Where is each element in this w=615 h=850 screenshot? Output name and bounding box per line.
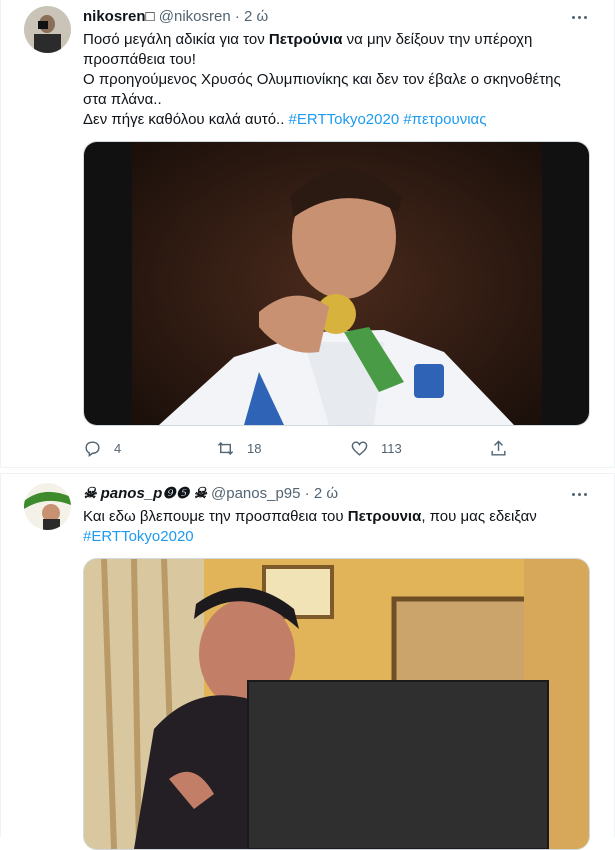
timestamp[interactable]: 2 ώ <box>244 8 268 25</box>
reply-count: 4 <box>114 440 122 456</box>
hashtag-erttokyo2020[interactable]: #ERTTokyo2020 <box>289 111 400 128</box>
hashtag-erttokyo2020[interactable]: #ERTTokyo2020 <box>83 528 194 545</box>
retweet-count: 18 <box>247 440 262 456</box>
reply-button[interactable]: 4 <box>83 438 121 458</box>
timestamp[interactable]: 2 ώ <box>314 485 338 502</box>
share-icon <box>491 439 506 456</box>
tweet-separator <box>0 467 615 468</box>
like-button[interactable]: 113 <box>350 438 402 458</box>
hashtag-petrounias[interactable]: #πετρουνιας <box>403 111 486 128</box>
tweet-2-image[interactable] <box>83 558 590 850</box>
tweet-1-header: nikosren□ @nikosren · 2 ώ <box>83 7 268 27</box>
dot-separator: · <box>304 485 310 502</box>
more-icon[interactable] <box>569 7 589 27</box>
avatar-panos[interactable] <box>24 483 71 530</box>
display-name[interactable]: ☠ panos_p❾❺ ☠ <box>83 485 211 502</box>
avatar-nikosren[interactable] <box>24 6 71 53</box>
dot-separator: · <box>234 8 240 25</box>
display-name[interactable]: nikosren□ <box>83 8 155 25</box>
tweet-1[interactable]: nikosren□ @nikosren · 2 ώ Ποσό μεγάλη αδ… <box>0 0 615 467</box>
tweet-2[interactable]: ☠ panos_p❾❺ ☠ @panos_p95 · 2 ώ Και εδω β… <box>0 474 615 850</box>
like-icon <box>351 440 368 456</box>
tweet-1-actions: 4 18 113 <box>83 438 588 458</box>
handle[interactable]: @panos_p95 <box>211 485 300 502</box>
tweet-2-text: Και εδω βλεπουμε την προσπαθεια του Πετρ… <box>83 508 537 545</box>
share-button[interactable] <box>489 438 508 458</box>
retweet-icon <box>217 441 234 455</box>
tweet-2-header: ☠ panos_p❾❺ ☠ @panos_p95 · 2 ώ <box>83 484 338 504</box>
reply-icon <box>85 440 100 457</box>
more-icon[interactable] <box>569 484 589 504</box>
handle[interactable]: @nikosren <box>159 8 231 25</box>
tweet-1-text: Ποσό μεγάλη αδικία για τον Πετρούνια να … <box>83 31 561 128</box>
tweet-1-image[interactable] <box>83 141 590 426</box>
retweet-button[interactable]: 18 <box>216 438 261 458</box>
like-count: 113 <box>381 440 402 456</box>
